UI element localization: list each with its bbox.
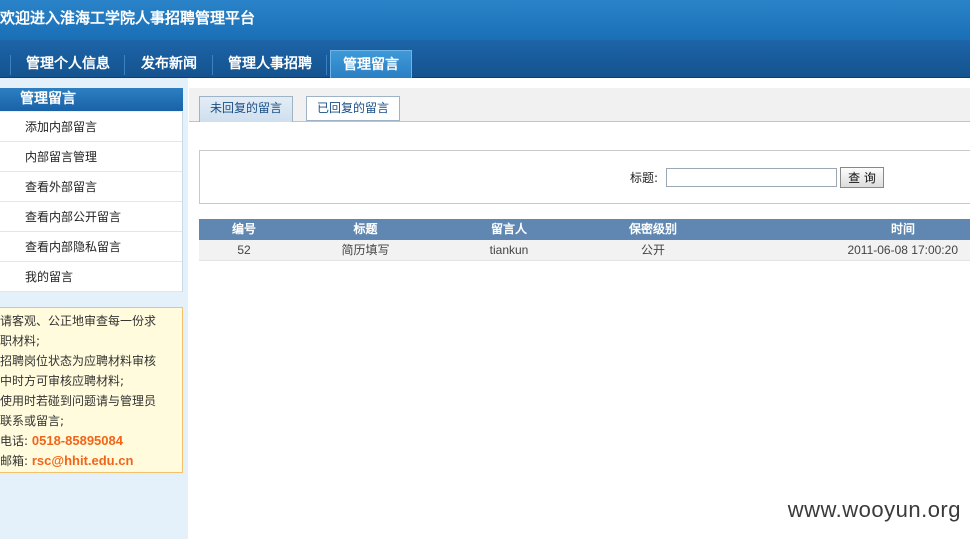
sidebar-menu: 添加内部留言 内部留言管理 查看外部留言 查看内部公开留言 查看内部隐私留言 我… <box>0 112 183 292</box>
sidebar-item-manage-internal[interactable]: 内部留言管理 <box>0 142 182 172</box>
table-row[interactable]: 52 简历填写 tiankun 公开 2011-06-08 17:00:20 <box>199 240 970 261</box>
nav-item-recruitment[interactable]: 管理人事招聘 <box>216 50 324 78</box>
notice-line: 职材料; <box>0 334 41 348</box>
watermark: www.wooyun.org <box>787 497 961 522</box>
table-header: 编号 标题 留言人 保密级别 时间 <box>199 219 970 240</box>
notice-line: 联系或留言; <box>0 414 65 428</box>
col-header-id: 编号 <box>231 222 256 236</box>
cell-title[interactable]: 简历填写 <box>289 240 442 260</box>
page-header: 欢迎进入淮海工学院人事招聘管理平台 <box>0 0 970 40</box>
email-address: rsc@hhit.edu.cn <box>31 453 134 468</box>
notice-line: 使用时若碰到问题请与管理员 <box>0 394 157 408</box>
phone-label: 电话: <box>0 434 29 448</box>
main-nav: 管理个人信息 发布新闻 管理人事招聘 管理留言 <box>0 40 970 78</box>
sidebar-item-my-messages[interactable]: 我的留言 <box>0 262 182 292</box>
notice-phone: 电话: 0518-85895084 <box>0 431 182 451</box>
notice-line: 请客观、公正地审查每一份求 <box>0 314 157 328</box>
search-panel: 标题: 查 询 <box>199 150 970 204</box>
sidebar-item-add-internal[interactable]: 添加内部留言 <box>0 112 182 142</box>
notice-box: 请客观、公正地审查每一份求 职材料; 招聘岗位状态为应聘材料审核 中时方可审核应… <box>0 307 183 473</box>
cell-author: tiankun <box>489 243 529 257</box>
nav-divider <box>10 55 11 75</box>
col-header-author: 留言人 <box>490 222 527 236</box>
cell-privacy: 公开 <box>640 243 665 257</box>
sidebar-item-view-private[interactable]: 查看内部隐私留言 <box>0 232 182 262</box>
sidebar: 管理留言 添加内部留言 内部留言管理 查看外部留言 查看内部公开留言 查看内部隐… <box>0 78 188 539</box>
cell-id: 52 <box>237 243 251 257</box>
col-header-privacy: 保密级别 <box>628 222 677 236</box>
search-label: 标题: <box>630 171 659 185</box>
search-button[interactable]: 查 询 <box>840 167 884 188</box>
nav-item-news[interactable]: 发布新闻 <box>128 50 210 78</box>
sidebar-item-view-external[interactable]: 查看外部留言 <box>0 172 182 202</box>
cell-time: 2011-06-08 17:00:20 <box>847 243 958 257</box>
site-title: 欢迎进入淮海工学院人事招聘管理平台 <box>0 9 256 27</box>
tab-bar: 未回复的留言 已回复的留言 <box>189 88 970 122</box>
sidebar-title: 管理留言 <box>0 88 183 111</box>
notice-line: 中时方可审核应聘材料; <box>0 374 125 388</box>
notice-email: 邮箱: rsc@hhit.edu.cn <box>0 451 182 471</box>
nav-item-profile[interactable]: 管理个人信息 <box>14 50 122 78</box>
nav-divider <box>124 55 125 75</box>
nav-item-messages[interactable]: 管理留言 <box>330 50 412 78</box>
nav-divider <box>212 55 213 75</box>
messages-table: 编号 标题 留言人 保密级别 时间 52 简历填写 tiankun 公开 201… <box>199 219 970 261</box>
tab-replied[interactable]: 已回复的留言 <box>306 96 401 121</box>
email-label: 邮箱: <box>0 454 29 468</box>
col-header-title: 标题 <box>353 222 378 236</box>
col-header-time: 时间 <box>890 222 915 236</box>
phone-number: 0518-85895084 <box>31 433 123 448</box>
nav-divider <box>326 55 327 75</box>
sidebar-item-view-public[interactable]: 查看内部公开留言 <box>0 202 182 232</box>
tab-unreplied[interactable]: 未回复的留言 <box>199 96 294 122</box>
notice-line: 招聘岗位状态为应聘材料审核 <box>0 354 157 368</box>
title-search-input[interactable] <box>666 168 837 187</box>
